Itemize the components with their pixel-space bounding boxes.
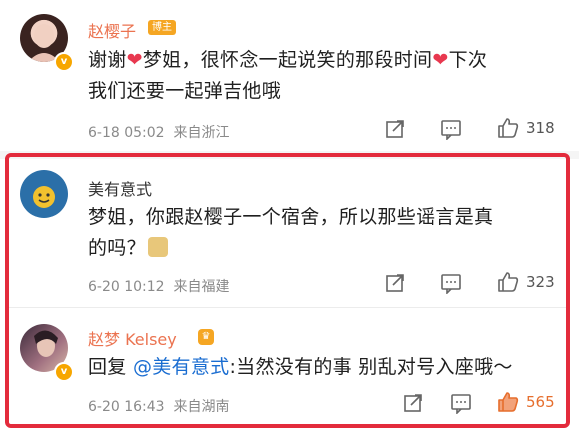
comment-button[interactable] (440, 118, 462, 140)
like-count: 565 (526, 393, 555, 411)
doge-emoji (147, 237, 168, 257)
share-icon (386, 274, 404, 292)
divider (9, 307, 566, 308)
share-button[interactable] (402, 392, 424, 414)
heart-emoji: ❤ (126, 49, 143, 71)
like-button[interactable]: 565 (496, 390, 555, 414)
comment-icon (441, 274, 461, 294)
avatar[interactable] (20, 170, 68, 218)
like-button[interactable]: 318 (496, 116, 555, 140)
comment-icon (451, 394, 471, 414)
like-icon (498, 392, 519, 412)
like-count: 318 (526, 119, 555, 137)
blogger-badge: 博主 (148, 20, 176, 35)
like-button[interactable]: 323 (496, 270, 555, 294)
share-icon (404, 394, 422, 412)
mention-link[interactable]: @美有意式 (133, 356, 230, 378)
author-name[interactable]: 赵樱子 (88, 18, 136, 42)
comment-text: 回复 @美有意式:当然没有的事 别乱对号入座哦～ (88, 356, 513, 378)
comment-icon (441, 120, 461, 140)
avatar-smiley (33, 186, 55, 208)
like-icon (498, 118, 519, 138)
timestamp: 6-20 16:43 来自湖南 (88, 399, 230, 415)
like-icon (498, 272, 519, 292)
author-name[interactable]: 赵梦 Kelsey (88, 326, 177, 350)
comment-item: 美有意式 梦姐，你跟赵樱子一个宿舍，所以那些谣言是真 的吗？ 6-20 10:1… (0, 160, 579, 310)
comment-text: 梦姐，你跟赵樱子一个宿舍，所以那些谣言是真 的吗？ (88, 206, 494, 259)
author-name[interactable]: 美有意式 (88, 176, 152, 200)
comment-item: v 赵樱子 博主 谢谢❤梦姐，很怀念一起说笑的那段时间❤下次 我们还要一起弹吉他… (0, 0, 579, 150)
timestamp: 6-20 10:12 来自福建 (88, 279, 230, 295)
comment-text: 谢谢❤梦姐，很怀念一起说笑的那段时间❤下次 我们还要一起弹吉他哦 (88, 49, 488, 102)
like-count: 323 (526, 273, 555, 291)
share-button[interactable] (384, 118, 406, 140)
comment-item: v 赵梦 Kelsey ♛ 回复 @美有意式:当然没有的事 别乱对号入座哦～ 6… (0, 310, 579, 430)
verified-icon: v (54, 52, 74, 72)
verified-icon: v (54, 362, 74, 382)
heart-emoji: ❤ (432, 49, 449, 71)
comment-button[interactable] (450, 392, 472, 414)
comment-button[interactable] (440, 272, 462, 294)
share-icon (386, 120, 404, 138)
timestamp: 6-18 05:02 来自浙江 (88, 125, 230, 141)
share-button[interactable] (384, 272, 406, 294)
crown-icon: ♛ (198, 329, 214, 345)
